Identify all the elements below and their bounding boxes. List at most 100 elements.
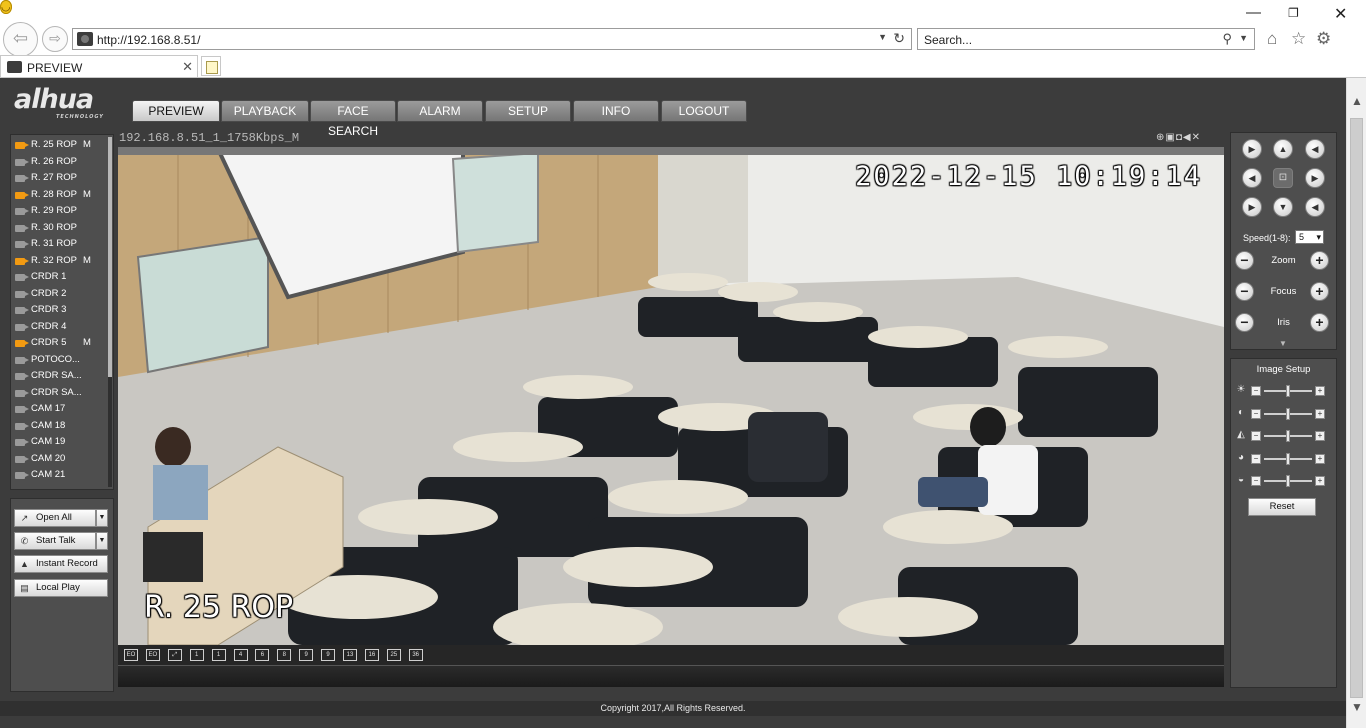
back-button[interactable]: ⇦ — [3, 22, 38, 57]
channel-item[interactable]: CAM 20 — [11, 451, 107, 468]
refresh-icon[interactable]: ↻ — [893, 30, 905, 47]
channel-item[interactable]: CAM 17 — [11, 401, 107, 418]
channel-item[interactable]: R. 28 ROP M — [11, 187, 107, 204]
tab-close-icon[interactable]: ✕ — [182, 59, 193, 75]
home-icon[interactable]: ⌂ — [1267, 29, 1277, 49]
channel-item[interactable]: CAM 19 — [11, 434, 107, 451]
instant-record-button[interactable]: ▲ Instant Record — [14, 555, 108, 573]
ptz-down-right-button[interactable]: ◀ — [1305, 197, 1325, 217]
start-talk-dropdown[interactable]: ▼ — [96, 532, 108, 550]
channel-item[interactable]: CRDR 1 — [11, 269, 107, 286]
channel-item[interactable]: CAM 18 — [11, 418, 107, 435]
channel-item[interactable]: CRDR SA... — [11, 385, 107, 402]
digital-zoom-icon[interactable]: ⊕ — [1156, 132, 1164, 143]
slider-decrease-button[interactable]: − — [1251, 408, 1261, 419]
browser-tab-preview[interactable]: PREVIEW ✕ — [0, 55, 198, 78]
channel-item[interactable]: R. 26 ROP — [11, 154, 107, 171]
channel-list-scrollbar[interactable] — [108, 137, 112, 487]
slider-thumb[interactable] — [1286, 475, 1290, 487]
address-bar[interactable]: http://192.168.8.51/ ▼ ↻ — [72, 28, 912, 50]
slider-increase-button[interactable]: + — [1315, 476, 1325, 486]
collapse-ptz-icon[interactable]: ▼ — [1279, 339, 1287, 348]
ptz-left-button[interactable]: ◀ — [1242, 168, 1262, 188]
channel-item[interactable]: CRDR 2 — [11, 286, 107, 303]
scroll-down-icon[interactable]: ▼ — [1351, 700, 1363, 714]
layout-button[interactable]: 25 — [386, 649, 401, 661]
layout-button[interactable]: 36 — [408, 649, 423, 661]
slider-thumb[interactable] — [1286, 407, 1290, 420]
channel-item[interactable]: CRDR SA... — [11, 368, 107, 385]
speed-select[interactable]: 5 — [1295, 230, 1324, 244]
tab-playback[interactable]: PLAYBACK — [221, 100, 309, 122]
channel-item[interactable]: R. 31 ROP — [11, 236, 107, 253]
channel-list-scroll-thumb[interactable] — [108, 137, 112, 377]
tab-setup[interactable]: SETUP — [485, 100, 571, 122]
ptz-down-button[interactable]: ▼ — [1273, 197, 1293, 217]
ptz-auto-button[interactable]: ⊡ — [1273, 168, 1293, 188]
channel-item[interactable]: R. 30 ROP — [11, 220, 107, 237]
ptz-up-right-button[interactable]: ◀ — [1305, 139, 1325, 159]
local-play-button[interactable]: ▤ Local Play — [14, 579, 108, 597]
search-icon[interactable]: ⚲ — [1222, 31, 1232, 47]
channel-item[interactable]: CRDR 4 — [11, 319, 107, 336]
layout-button[interactable]: ⤢ — [167, 649, 182, 661]
iris-open-button[interactable]: + — [1310, 313, 1329, 332]
feedback-smiley-icon[interactable]: ◡ — [0, 0, 12, 14]
layout-button[interactable]: EO — [124, 649, 138, 661]
search-input[interactable] — [924, 32, 1204, 47]
tab-alarm[interactable]: ALARM — [397, 100, 483, 122]
slider-decrease-button[interactable]: − — [1251, 386, 1261, 396]
slider-thumb[interactable] — [1286, 385, 1290, 397]
ptz-up-button[interactable]: ▲ — [1273, 139, 1293, 159]
record-icon[interactable]: ◘ — [1176, 132, 1182, 143]
start-talk-button[interactable]: ✆ Start Talk — [14, 532, 96, 550]
slider-decrease-button[interactable]: − — [1251, 476, 1261, 486]
zoom-in-button[interactable]: + — [1310, 251, 1329, 270]
channel-item[interactable]: CRDR 3 — [11, 302, 107, 319]
page-scrollbar[interactable]: ▲ ▼ — [1346, 78, 1366, 728]
layout-button[interactable]: 16 — [364, 649, 379, 661]
address-dropdown-icon[interactable]: ▼ — [878, 32, 887, 42]
slider-increase-button[interactable]: + — [1315, 386, 1325, 396]
page-scroll-thumb[interactable] — [1350, 118, 1363, 698]
layout-button[interactable]: 8 — [277, 649, 292, 661]
channel-item[interactable]: R. 27 ROP — [11, 170, 107, 187]
audio-icon[interactable]: ◀ — [1183, 132, 1191, 143]
close-window-button[interactable]: ✕ — [1334, 4, 1347, 24]
close-video-icon[interactable]: ✕ — [1192, 132, 1200, 143]
layout-button[interactable]: EO — [145, 649, 160, 661]
restore-button[interactable]: ❐ — [1288, 6, 1299, 20]
ptz-right-button[interactable]: ▶ — [1305, 168, 1325, 188]
forward-button[interactable]: ⇨ — [42, 26, 68, 52]
open-all-button[interactable]: ↗ Open All — [14, 509, 96, 527]
snapshot-icon[interactable]: ▣ — [1165, 132, 1174, 143]
channel-item[interactable]: R. 29 ROP — [11, 203, 107, 220]
layout-button[interactable]: 9 — [299, 649, 314, 661]
layout-button[interactable]: 1 — [211, 649, 226, 661]
minimize-button[interactable]: — — [1246, 4, 1261, 21]
channel-item[interactable]: R. 32 ROP M — [11, 253, 107, 270]
search-box[interactable]: ⚲ ▼ — [917, 28, 1255, 50]
tab-info[interactable]: INFO — [573, 100, 659, 122]
slider-thumb[interactable] — [1286, 452, 1290, 465]
slider-decrease-button[interactable]: − — [1251, 431, 1261, 441]
scroll-up-icon[interactable]: ▲ — [1351, 94, 1363, 108]
tab-face-search[interactable]: FACE SEARCH — [310, 100, 396, 138]
ptz-up-left-button[interactable]: ▶ — [1242, 139, 1262, 159]
address-text[interactable]: http://192.168.8.51/ — [97, 33, 200, 47]
search-dropdown-icon[interactable]: ▼ — [1239, 33, 1248, 43]
slider-increase-button[interactable]: + — [1315, 408, 1325, 419]
focus-far-button[interactable]: + — [1310, 282, 1329, 301]
channel-item[interactable]: CRDR 5 M — [11, 335, 107, 352]
layout-button[interactable]: 9 — [321, 649, 336, 661]
slider-increase-button[interactable]: + — [1315, 431, 1325, 441]
reset-button[interactable]: Reset — [1248, 498, 1316, 516]
slider-increase-button[interactable]: + — [1315, 453, 1325, 464]
tab-logout[interactable]: LOGOUT — [661, 100, 747, 122]
channel-item[interactable]: R. 25 ROP M — [11, 137, 107, 154]
open-all-dropdown[interactable]: ▼ — [96, 509, 108, 527]
channel-item[interactable]: CAM 21 — [11, 467, 107, 484]
slider-decrease-button[interactable]: − — [1251, 453, 1261, 464]
slider-thumb[interactable] — [1286, 430, 1290, 442]
favorites-star-icon[interactable]: ☆ — [1291, 29, 1306, 49]
